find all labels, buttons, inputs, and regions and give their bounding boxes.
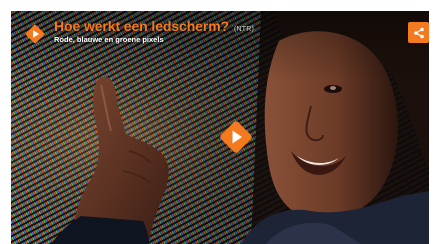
video-title: Hoe werkt een ledscherm? xyxy=(54,18,229,34)
share-button[interactable] xyxy=(408,22,429,43)
video-subtitle: Rode, blauwe en groene pixels xyxy=(54,35,164,44)
play-icon xyxy=(220,121,252,153)
video-title-block: Hoe werkt een ledscherm? (NTR) Rode, bla… xyxy=(54,18,384,44)
play-button[interactable] xyxy=(219,120,253,154)
title-row: Hoe werkt een ledscherm? (NTR) xyxy=(54,18,384,34)
broadcaster-tag: (NTR) xyxy=(234,26,255,33)
video-player[interactable]: Hoe werkt een ledscherm? (NTR) Rode, bla… xyxy=(11,11,429,244)
share-icon xyxy=(413,27,424,38)
npo-diamond-play-icon xyxy=(24,23,46,45)
